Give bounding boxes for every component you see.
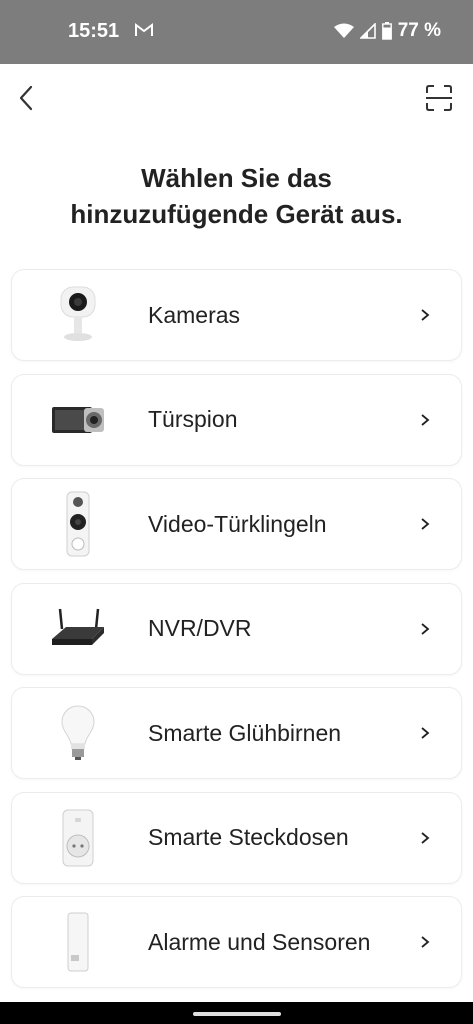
device-item-smart-bulbs[interactable]: Smarte Glühbirnen xyxy=(12,688,461,778)
chevron-right-icon xyxy=(415,305,435,325)
scan-icon xyxy=(426,85,452,111)
scan-button[interactable] xyxy=(423,82,455,114)
device-item-alarms-sensors[interactable]: Alarme und Sensoren xyxy=(12,897,461,987)
chevron-right-icon xyxy=(415,619,435,639)
nvr-icon xyxy=(38,594,118,664)
device-item-nvr-dvr[interactable]: NVR/DVR xyxy=(12,583,461,674)
chevron-right-icon xyxy=(415,828,435,848)
wifi-icon xyxy=(333,23,354,38)
device-item-label: Smarte Steckdosen xyxy=(148,824,349,850)
device-item-door-viewer[interactable]: Türspion xyxy=(12,374,461,465)
back-button[interactable] xyxy=(12,82,40,114)
device-item-label: Kameras xyxy=(148,301,241,328)
door-viewer-icon xyxy=(38,385,118,455)
plug-icon xyxy=(38,803,118,873)
device-item-video-doorbell[interactable]: Video-Türklingeln xyxy=(12,479,461,569)
chevron-right-icon xyxy=(415,932,435,952)
camera-icon xyxy=(38,280,118,350)
device-item-label: NVR/DVR xyxy=(148,615,252,641)
doorbell-icon xyxy=(38,489,118,559)
status-indicators: 77 % xyxy=(333,20,441,42)
chevron-right-icon xyxy=(415,723,435,743)
signal-icon xyxy=(359,23,376,39)
device-item-label: Türspion xyxy=(148,406,238,432)
chevron-right-icon xyxy=(415,514,435,534)
page-title-line2: hinzuzufügende Gerät aus. xyxy=(70,199,403,229)
battery-percent: 77 % xyxy=(397,20,441,41)
battery-icon xyxy=(381,22,392,40)
page-title-line1: Wählen Sie das xyxy=(141,163,332,193)
status-time: 15:51 xyxy=(68,20,120,42)
home-gesture-handle[interactable] xyxy=(193,1012,281,1016)
app-bar xyxy=(0,64,473,134)
device-item-smart-plugs[interactable]: Smarte Steckdosen xyxy=(12,792,461,883)
page-title: Wählen Sie das hinzuzufügende Gerät aus. xyxy=(0,160,473,232)
sensor-icon xyxy=(38,907,118,977)
device-item-label: Video-Türklingeln xyxy=(148,510,327,537)
status-bar: 15:51 77 % xyxy=(0,0,473,64)
gmail-icon xyxy=(135,23,153,36)
device-category-list: Kameras Türspion Video-Türklingeln NVR/D… xyxy=(12,270,461,1002)
device-item-label: Alarme und Sensoren xyxy=(148,928,371,955)
device-item-cameras[interactable]: Kameras xyxy=(12,270,461,360)
system-nav-bar xyxy=(0,1002,473,1024)
device-item-label: Smarte Glühbirnen xyxy=(148,719,342,746)
bulb-icon xyxy=(38,698,118,768)
chevron-right-icon xyxy=(415,410,435,430)
chevron-left-icon xyxy=(19,85,33,111)
